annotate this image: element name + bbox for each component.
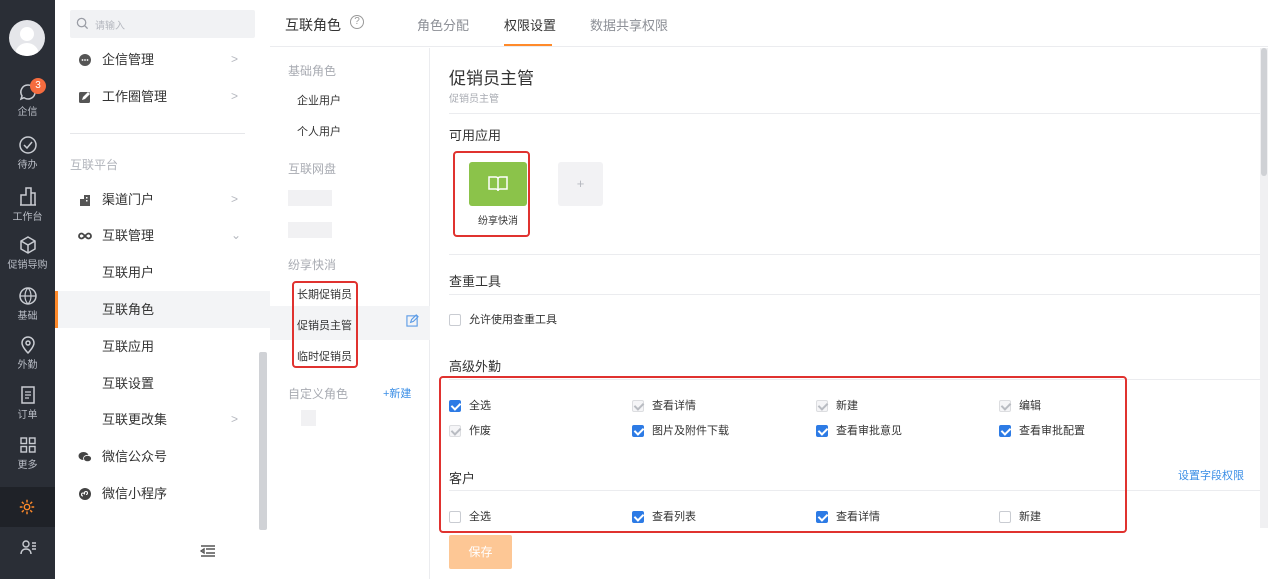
rail-item-basic[interactable]: 基础 <box>0 286 55 322</box>
nav-item-qixin-admin[interactable]: 企信管理 > <box>55 41 270 78</box>
redacted-role[interactable] <box>288 190 332 206</box>
app-rail: 企信 3 待办 工作台 促销导购 基础 外勤 订单 更多 <box>0 0 55 579</box>
role-group-disk: 互联网盘 <box>288 162 337 176</box>
section-available-apps: 可用应用 <box>449 128 502 143</box>
role-title: 促销员主管 <box>449 69 534 88</box>
edit-icon[interactable] <box>406 314 419 327</box>
chevron-right-icon: > <box>231 192 239 206</box>
nav-group-title: 互联平台 <box>70 158 119 172</box>
nav-item-channel-portal[interactable]: 渠道门户 > <box>55 181 270 218</box>
role-group-base: 基础角色 <box>288 64 337 78</box>
location-icon <box>20 336 35 355</box>
rail-item-settings[interactable] <box>0 487 55 527</box>
cube-icon <box>19 236 36 254</box>
highlight-box <box>453 151 530 237</box>
main-scrollbar[interactable] <box>1260 48 1268 528</box>
edit-square-icon <box>79 92 90 103</box>
nav-item-interconnect-settings[interactable]: 互联设置 <box>55 365 270 402</box>
building-icon <box>19 187 36 206</box>
redacted-role[interactable] <box>301 410 316 426</box>
divider <box>449 254 1260 255</box>
secondary-nav: 请输入 企信管理 > 工作圈管理 > 互联平台 渠道门户 > 互联管理 ⌄ 互联… <box>55 0 270 579</box>
role-item[interactable]: 个人用户 <box>297 123 341 139</box>
grid-icon <box>19 437 36 453</box>
role-subtitle: 促销员主管 <box>449 94 499 105</box>
check-circle-icon <box>18 136 37 154</box>
miniprogram-icon <box>79 488 91 500</box>
permission-content: 促销员主管 促销员主管 可用应用 纷享快消 + 查重工具 允许使用查重工具 高级… <box>431 48 1260 533</box>
building-icon <box>80 195 90 206</box>
nav-item-interconnect-admin[interactable]: 互联管理 ⌄ <box>55 217 270 254</box>
gear-icon <box>19 499 35 515</box>
chevron-right-icon: > <box>231 412 239 426</box>
rail-item-todo[interactable]: 待办 <box>0 135 55 171</box>
section-dup-tool: 查重工具 <box>449 274 502 289</box>
nav-divider <box>70 133 245 134</box>
role-group-custom: 自定义角色 <box>288 387 349 401</box>
tab-role-assignment[interactable]: 角色分配 <box>417 15 469 34</box>
add-app-button[interactable]: + <box>558 162 603 206</box>
globe-icon <box>18 287 37 305</box>
tab-data-sharing[interactable]: 数据共享权限 <box>590 15 668 34</box>
page-title: 互联角色 <box>285 17 341 33</box>
nav-item-interconnect-apps[interactable]: 互联应用 <box>55 328 270 365</box>
infinity-icon <box>78 232 92 240</box>
unread-badge: 3 <box>30 78 46 94</box>
rail-item-workbench[interactable]: 工作台 <box>0 185 55 223</box>
search-icon <box>76 17 89 30</box>
nav-item-workcircle-admin[interactable]: 工作圈管理 > <box>55 78 270 115</box>
field-permission-link[interactable]: 设置字段权限 <box>1178 467 1244 483</box>
search-placeholder: 请输入 <box>95 21 125 32</box>
avatar[interactable] <box>9 20 45 56</box>
chevron-down-icon: ⌄ <box>231 228 242 242</box>
chevron-right-icon: > <box>231 52 239 66</box>
tab-permission-settings[interactable]: 权限设置 <box>504 15 556 34</box>
role-group-promo: 纷享快消 <box>288 258 337 272</box>
divider <box>449 113 1260 114</box>
role-item[interactable]: 企业用户 <box>297 92 341 108</box>
new-role-button[interactable]: +新建 <box>383 385 411 401</box>
user-list-icon <box>19 540 36 555</box>
highlight-box <box>292 281 358 368</box>
document-icon <box>20 386 35 404</box>
search-input[interactable]: 请输入 <box>70 10 255 38</box>
highlight-box <box>439 376 1127 533</box>
rail-item-qixin[interactable]: 企信 <box>0 82 55 118</box>
section-advanced-field: 高级外勤 <box>449 359 502 374</box>
nav-item-wechat-official[interactable]: 微信公众号 <box>55 438 270 475</box>
top-bar: 互联角色 ? 角色分配 权限设置 数据共享权限 <box>270 0 1268 47</box>
nav-item-interconnect-roles[interactable]: 互联角色 <box>55 291 270 328</box>
rail-item-promo[interactable]: 促销导购 <box>0 235 55 271</box>
checkbox-box[interactable] <box>449 314 461 326</box>
redacted-role[interactable] <box>288 222 332 238</box>
nav-item-changesets[interactable]: 互联更改集 > <box>55 401 270 438</box>
nav-scrollbar[interactable] <box>259 352 267 530</box>
roles-panel: 基础角色 企业用户 个人用户 互联网盘 纷享快消 长期促销员 促销员主管 临时促… <box>270 48 430 579</box>
save-button[interactable]: 保存 <box>449 535 512 569</box>
collapse-menu-icon[interactable] <box>200 544 216 558</box>
rail-item-more[interactable]: 更多 <box>0 435 55 471</box>
divider <box>449 294 1260 295</box>
rail-item-field[interactable]: 外勤 <box>0 335 55 371</box>
nav-item-wechat-miniprogram[interactable]: 微信小程序 <box>55 475 270 512</box>
chat-bubble-icon <box>79 54 91 66</box>
chevron-right-icon: > <box>231 89 239 103</box>
rail-item-order[interactable]: 订单 <box>0 385 55 421</box>
active-tab-indicator <box>504 44 552 46</box>
help-icon[interactable]: ? <box>350 15 364 29</box>
wechat-icon <box>78 452 92 463</box>
rail-item-contacts[interactable] <box>0 537 55 558</box>
nav-item-interconnect-users[interactable]: 互联用户 <box>55 254 270 291</box>
